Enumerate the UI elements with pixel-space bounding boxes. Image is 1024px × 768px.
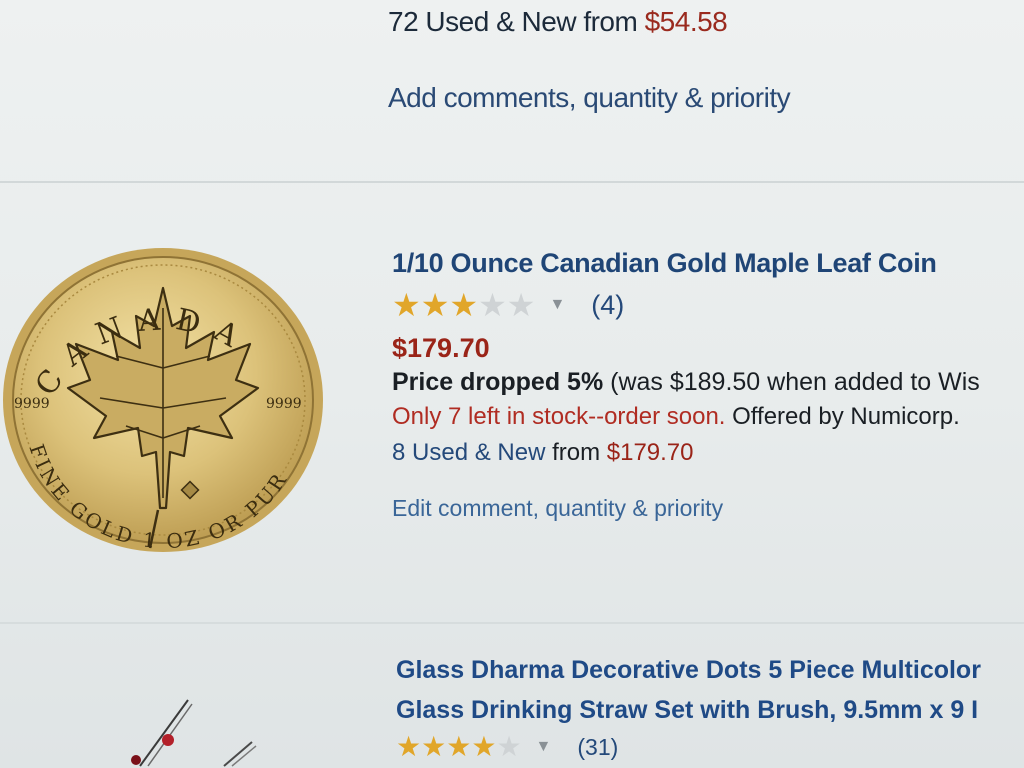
price-drop-note: Price dropped 5% (was $189.50 when added… xyxy=(392,368,1024,397)
star-rating[interactable]: ★ ★ ★ ★ ★ xyxy=(392,289,535,321)
stock-warning: Only 7 left in stock--order soon. xyxy=(392,403,726,430)
coin-purity-left: 9999 xyxy=(14,396,50,412)
next-rating-dropdown-icon[interactable]: ▼ xyxy=(536,738,552,756)
star-empty-icon: ★ xyxy=(478,287,507,323)
wishlist-page: 72 Used & New from $54.58 Add comments, … xyxy=(0,0,1024,768)
previous-used-new-label: 72 Used & New from xyxy=(388,6,645,37)
next-item-title-line1[interactable]: Glass Dharma Decorative Dots 5 Piece Mul… xyxy=(396,650,1024,690)
next-wishlist-item: Glass Dharma Decorative Dots 5 Piece Mul… xyxy=(396,650,1024,762)
used-new-offers: 8 Used & New from $179.70 xyxy=(392,439,1024,467)
used-new-from: from xyxy=(545,439,607,466)
review-count-link[interactable]: (4) xyxy=(591,290,624,321)
star-filled-icon: ★ xyxy=(421,731,447,762)
wishlist-item: 1/10 Ounce Canadian Gold Maple Leaf Coin… xyxy=(392,248,1024,522)
straw-dot xyxy=(162,734,174,746)
price-drop-was: (was $189.50 when added to Wis xyxy=(603,368,980,396)
item-divider xyxy=(0,622,1024,624)
price-drop-percent: Price dropped 5% xyxy=(392,368,604,396)
straw-line xyxy=(139,699,189,767)
star-filled-icon: ★ xyxy=(449,287,479,323)
item-title-link[interactable]: 1/10 Ounce Canadian Gold Maple Leaf Coin xyxy=(392,248,1024,279)
coin-image[interactable]: CANADA FINE GOLD 1 OZ OR PUR 9999 9999 xyxy=(0,248,326,560)
star-empty-icon: ★ xyxy=(506,287,536,323)
straw-line xyxy=(223,741,253,767)
next-star-rating[interactable]: ★ ★ ★ ★ ★ xyxy=(396,731,522,763)
star-filled-icon: ★ xyxy=(420,287,450,323)
star-filled-icon: ★ xyxy=(396,731,422,762)
add-comments-link[interactable]: Add comments, quantity & priority xyxy=(388,82,1018,114)
next-rating-row: ★ ★ ★ ★ ★ ▼ (31) xyxy=(396,731,1024,763)
star-empty-icon: ★ xyxy=(496,731,522,762)
used-new-link[interactable]: 8 Used & New xyxy=(392,439,545,466)
stock-line: Only 7 left in stock--order soon. Offere… xyxy=(392,403,1024,431)
previous-used-new-offers[interactable]: 72 Used & New from $54.58 xyxy=(388,6,1018,38)
rating-dropdown-icon[interactable]: ▼ xyxy=(549,296,565,314)
previous-used-new-price: $54.58 xyxy=(644,6,728,37)
offered-by: Offered by Numicorp. xyxy=(725,403,960,430)
star-filled-icon: ★ xyxy=(471,731,497,762)
star-filled-icon: ★ xyxy=(446,731,472,762)
edit-comment-link[interactable]: Edit comment, quantity & priority xyxy=(392,495,1024,522)
used-new-price: $179.70 xyxy=(606,439,694,466)
straw-dot xyxy=(131,755,141,765)
previous-item: 72 Used & New from $54.58 Add comments, … xyxy=(388,6,1018,114)
item-divider xyxy=(0,181,1024,183)
next-item-title-line2[interactable]: Glass Drinking Straw Set with Brush, 9.5… xyxy=(396,690,1024,730)
item-price: $179.70 xyxy=(392,333,490,363)
coin-purity-right: 9999 xyxy=(266,396,302,412)
straw-set-image[interactable] xyxy=(120,690,280,768)
rating-row: ★ ★ ★ ★ ★ ▼ (4) xyxy=(392,287,1024,323)
next-review-count-link[interactable]: (31) xyxy=(577,734,618,761)
star-filled-icon: ★ xyxy=(392,287,421,323)
